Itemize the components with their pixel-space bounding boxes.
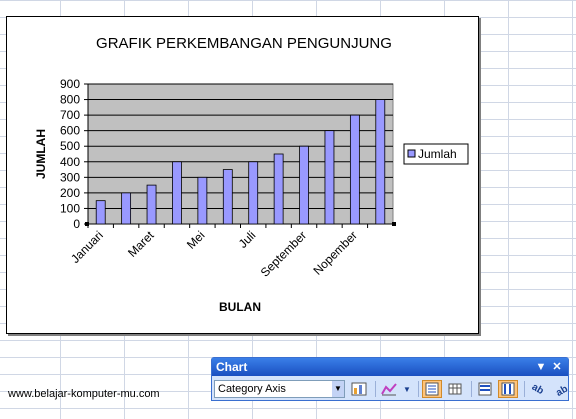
bar bbox=[172, 161, 182, 225]
legend-swatch bbox=[407, 149, 416, 158]
chevron-down-icon[interactable]: ▼ bbox=[332, 381, 344, 397]
axis-selection-handle bbox=[392, 222, 396, 226]
bar bbox=[248, 161, 259, 225]
svg-text:ab: ab bbox=[530, 382, 545, 396]
y-tick-label: 200 bbox=[60, 186, 80, 200]
bar bbox=[222, 169, 233, 225]
data-table-icon[interactable] bbox=[445, 380, 465, 398]
toolbar-title: Chart bbox=[216, 360, 248, 374]
y-tick-label: 500 bbox=[60, 139, 80, 153]
chart-toolbar[interactable]: Chart ▼ ✕ Category Axis ▼ ▼ ab ab bbox=[211, 357, 569, 401]
toolbar-separator bbox=[418, 381, 419, 397]
x-axis-title: BULAN bbox=[219, 300, 261, 314]
toolbar-separator bbox=[524, 381, 525, 397]
svg-text:ab: ab bbox=[554, 384, 569, 396]
legend-icon[interactable] bbox=[422, 380, 442, 398]
x-tick-label: September bbox=[258, 228, 309, 279]
toolbar-separator bbox=[471, 381, 472, 397]
format-axis-icon[interactable] bbox=[349, 380, 369, 398]
bar bbox=[299, 145, 309, 225]
x-tick-label: Juli bbox=[236, 228, 259, 251]
x-tick-label: Januari bbox=[68, 228, 106, 266]
y-tick-label: 700 bbox=[60, 108, 80, 122]
y-tick-label: 400 bbox=[60, 155, 80, 169]
toolbar-separator bbox=[375, 381, 376, 397]
axis-selection-handle bbox=[85, 222, 89, 226]
toolbar-options-icon[interactable]: ▼ bbox=[534, 358, 548, 376]
y-tick-label: 300 bbox=[60, 170, 80, 184]
y-tick-label: 900 bbox=[60, 77, 80, 91]
bar bbox=[121, 192, 132, 225]
bar bbox=[273, 153, 284, 225]
chart-objects-dropdown[interactable]: Category Axis ▼ bbox=[214, 380, 345, 398]
x-tick-label: Maret bbox=[125, 228, 157, 260]
y-tick-label: 100 bbox=[60, 201, 80, 215]
plot-area bbox=[87, 83, 394, 225]
bar bbox=[375, 99, 386, 225]
legend-label: Jumlah bbox=[418, 147, 457, 161]
bar bbox=[95, 200, 106, 225]
y-tick-label: 800 bbox=[60, 93, 80, 107]
toolbar-titlebar[interactable]: Chart ▼ ✕ bbox=[212, 358, 568, 376]
chart-title: GRAFIK PERKEMBANGAN PENGUNJUNG bbox=[96, 35, 392, 52]
bar bbox=[324, 130, 335, 225]
bar bbox=[349, 114, 360, 225]
close-icon[interactable]: ✕ bbox=[550, 358, 564, 376]
bar bbox=[197, 176, 208, 225]
bar bbox=[146, 184, 157, 225]
y-tick-label: 600 bbox=[60, 124, 80, 138]
angle-text-upward-icon[interactable]: ab bbox=[551, 380, 571, 398]
chart-objects-value: Category Axis bbox=[218, 383, 286, 395]
x-tick-label: Nopember bbox=[310, 228, 360, 278]
by-column-icon[interactable] bbox=[498, 380, 518, 398]
chart-type-dropdown-icon[interactable]: ▼ bbox=[402, 380, 412, 398]
y-tick-label: 0 bbox=[73, 217, 80, 231]
chart-area[interactable]: GRAFIK PERKEMBANGAN PENGUNJUNG 0 100 200 300… bbox=[6, 16, 479, 334]
chart-type-icon[interactable] bbox=[379, 380, 399, 398]
watermark-text: www.belajar-komputer-mu.com bbox=[8, 388, 160, 400]
chart-svg: GRAFIK PERKEMBANGAN PENGUNJUNG 0 100200 300… bbox=[34, 35, 469, 314]
by-row-icon[interactable] bbox=[475, 380, 495, 398]
angle-text-downward-icon[interactable]: ab bbox=[528, 380, 548, 398]
y-axis-title: JUMLAH bbox=[34, 129, 48, 179]
x-tick-label: Mei bbox=[184, 228, 208, 252]
